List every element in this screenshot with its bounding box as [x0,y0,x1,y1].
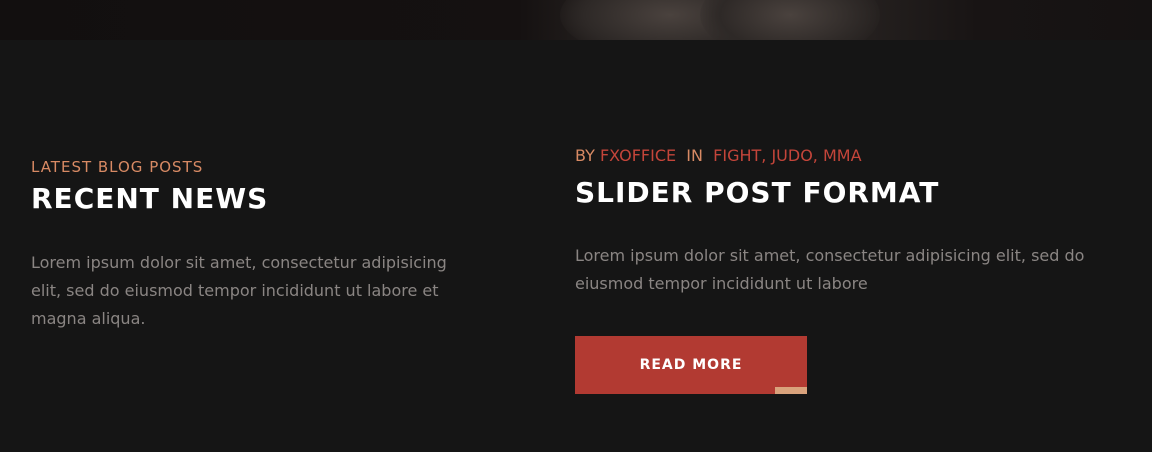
post-by-label: BY [575,146,595,165]
section-description: Lorem ipsum dolor sit amet, consectetur … [31,253,447,328]
post-excerpt: Lorem ipsum dolor sit amet, consectetur … [575,246,1085,293]
section-title: RECENT NEWS [31,182,269,215]
read-more-label: READ MORE [639,357,743,373]
section-intro: LATEST BLOG POSTS RECENT NEWS Lorem ipsu… [31,158,471,333]
hero-image-strip [0,0,1152,40]
category-link-fight[interactable]: FIGHT [713,146,761,165]
post-meta: BY FXOFFICE IN FIGHT, JUDO, MMA [575,146,1115,166]
post-card: BY FXOFFICE IN FIGHT, JUDO, MMA SLIDER P… [575,146,1115,298]
button-accent-bar [775,387,807,394]
read-more-button[interactable]: READ MORE [575,336,807,394]
post-author-link[interactable]: FXOFFICE [600,146,676,165]
section-eyebrow: LATEST BLOG POSTS [31,158,204,176]
post-title[interactable]: SLIDER POST FORMAT [575,176,1115,210]
blog-section: LATEST BLOG POSTS RECENT NEWS Lorem ipsu… [0,40,1152,452]
category-separator: , [761,146,767,165]
hero-image-detail [700,0,880,40]
category-link-judo[interactable]: JUDO [771,146,812,165]
category-separator: , [812,146,818,165]
post-in-label: IN [686,146,703,165]
category-link-mma[interactable]: MMA [823,146,862,165]
